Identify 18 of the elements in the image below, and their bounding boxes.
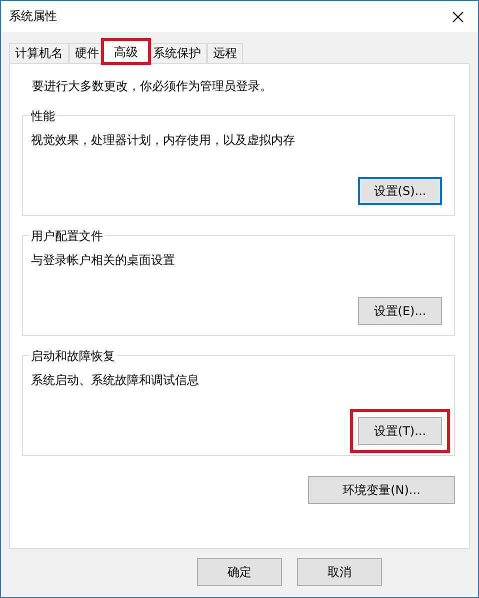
group-title: 用户配置文件 (29, 228, 105, 245)
dialog-button[interactable]: 取消 (297, 558, 382, 586)
close-icon[interactable] (452, 10, 464, 22)
group-title: 性能 (29, 108, 57, 125)
environment-variables-button[interactable]: 环境变量(N)... (308, 476, 455, 504)
tab[interactable]: 远程 (207, 43, 243, 63)
settings-button[interactable]: 设置(S)... (358, 177, 442, 205)
group-description: 视觉效果，处理器计划，内存使用，以及虚拟内存 (31, 132, 296, 149)
settings-button[interactable]: 设置(E)... (358, 297, 442, 325)
group-description: 与登录帐户相关的桌面设置 (31, 252, 176, 269)
tab[interactable]: 计算机名 (9, 43, 69, 63)
group-description: 系统启动、系统故障和调试信息 (31, 372, 200, 389)
tab[interactable]: 高级 (103, 40, 149, 63)
dialog-button[interactable]: 确定 (197, 558, 282, 586)
window-title: 系统属性 (9, 8, 57, 25)
settings-button[interactable]: 设置(T)... (358, 417, 442, 445)
group-title: 启动和故障恢复 (29, 348, 117, 365)
notice-text: 要进行大多数更改，你必须作为管理员登录。 (32, 78, 273, 95)
